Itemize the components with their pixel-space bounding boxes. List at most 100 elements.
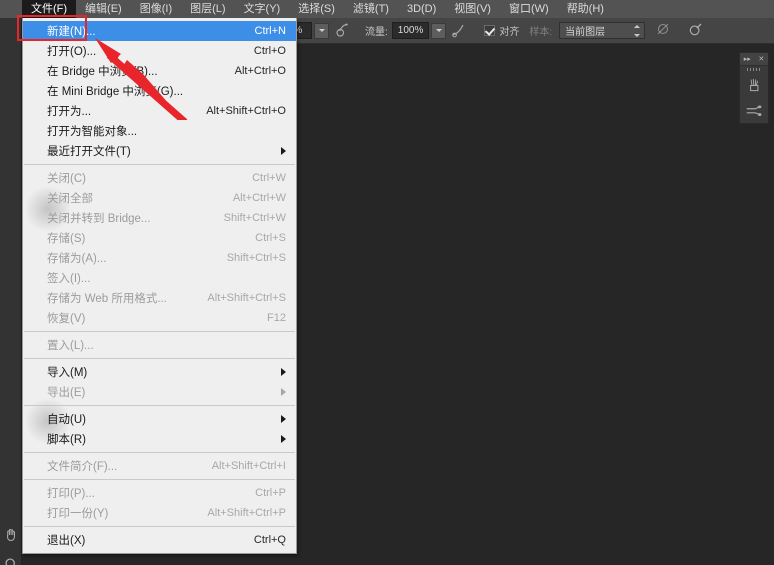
collapsed-panel-dock[interactable]: ▸▸ ✕ [739, 52, 769, 124]
menu-edit[interactable]: 编辑(E) [76, 0, 131, 18]
menu-item: 导出(E) [23, 382, 296, 402]
menu-item[interactable]: 最近打开文件(T) [23, 141, 296, 161]
menu-item-shortcut: Shift+Ctrl+S [207, 252, 286, 264]
menu-item: 关闭全部Alt+Ctrl+W [23, 188, 296, 208]
menu-item: 存储为(A)... Shift+Ctrl+S [23, 248, 296, 268]
menu-item: 文件简介(F)...Alt+Shift+Ctrl+I [23, 456, 296, 476]
brush-panel-icon[interactable] [740, 98, 768, 123]
tools-panel[interactable] [0, 18, 22, 565]
menu-item-shortcut: Alt+Ctrl+W [213, 192, 286, 204]
menu-item-label: 在 Bridge 中浏览(B)... [47, 63, 158, 79]
sample-value: 当前图层 [565, 23, 605, 38]
menu-item-shortcut: Ctrl+Q [234, 534, 286, 546]
sample-select[interactable]: 当前图层 [559, 22, 645, 39]
menu-bar[interactable]: 文件(F) 编辑(E) 图像(I) 图层(L) 文字(Y) 选择(S) 滤镜(T… [0, 0, 774, 18]
submenu-arrow-icon [281, 147, 286, 155]
menu-item-shortcut: Alt+Shift+Ctrl+P [187, 507, 286, 519]
menu-item[interactable]: 打开(O)...Ctrl+O [23, 41, 296, 61]
menu-item-label: 存储为(A)... [47, 250, 106, 266]
file-menu-dropdown[interactable]: 新建(N)...Ctrl+N打开(O)...Ctrl+O在 Bridge 中浏览… [22, 18, 297, 554]
menu-item: 打印一份(Y) Alt+Shift+Ctrl+P [23, 503, 296, 523]
menu-item-shortcut: Ctrl+W [232, 172, 286, 184]
menu-item-shortcut: Alt+Shift+Ctrl+S [187, 292, 286, 304]
menu-item-label: 自动(U) [47, 411, 86, 427]
opacity-dropdown-caret[interactable] [314, 23, 329, 39]
menu-item-shortcut: Alt+Shift+Ctrl+I [192, 460, 286, 472]
menu-item: 打印(P)...Ctrl+P [23, 483, 296, 503]
submenu-arrow-icon [281, 435, 286, 443]
menu-item-label: 打印一份(Y) [47, 505, 108, 521]
expand-panels-icon[interactable]: ▸▸ [744, 53, 751, 66]
align-checkbox[interactable] [484, 25, 495, 36]
menu-item-shortcut: Ctrl+N [235, 25, 286, 37]
menu-item-label: 关闭并转到 Bridge... [47, 210, 151, 226]
menu-item-label: 打开为... [47, 103, 91, 119]
menu-item-label: 新建(N)... [47, 23, 96, 39]
menu-item-label: 脚本(R) [47, 431, 86, 447]
airbrush-icon[interactable] [333, 20, 355, 42]
menu-item[interactable]: 打开为智能对象... [23, 121, 296, 141]
flow-label: 流量: [365, 23, 388, 38]
menu-separator [24, 164, 295, 165]
flow-field[interactable]: 100% [392, 18, 447, 44]
menu-item-label: 退出(X) [47, 532, 85, 548]
menu-image[interactable]: 图像(I) [131, 0, 181, 18]
menu-item[interactable]: 打开为... Alt+Shift+Ctrl+O [23, 101, 296, 121]
menu-separator [24, 526, 295, 527]
menu-layer[interactable]: 图层(L) [181, 0, 234, 18]
hand-tool[interactable] [0, 523, 22, 545]
menu-item: 存储为 Web 所用格式... Alt+Shift+Ctrl+S [23, 288, 296, 308]
flow-value[interactable]: 100% [392, 22, 430, 39]
menu-filter[interactable]: 滤镜(T) [344, 0, 398, 18]
menu-item-shortcut: F12 [247, 312, 286, 324]
menu-file[interactable]: 文件(F) [22, 0, 76, 18]
dock-grip[interactable] [740, 66, 768, 73]
ignore-adjustment-layers-icon[interactable] [654, 20, 676, 42]
flow-dropdown-caret[interactable] [431, 23, 446, 39]
menu-item-label: 恢复(V) [47, 310, 85, 326]
menu-item[interactable]: 新建(N)... Ctrl+N [23, 21, 296, 41]
menu-separator [24, 331, 295, 332]
menu-help[interactable]: 帮助(H) [558, 0, 613, 18]
menu-item: 关闭并转到 Bridge... Shift+Ctrl+W [23, 208, 296, 228]
brush-presets-icon[interactable] [740, 73, 768, 98]
zoom-tool[interactable] [0, 553, 22, 565]
align-label: 对齐 [499, 23, 519, 38]
menu-item-label: 关闭(C) [47, 170, 86, 186]
menu-item-shortcut: Ctrl+O [234, 45, 286, 57]
menu-select[interactable]: 选择(S) [289, 0, 344, 18]
menu-item[interactable]: 在 Bridge 中浏览(B)... Alt+Ctrl+O [23, 61, 296, 81]
close-icon[interactable]: ✕ [758, 53, 764, 66]
menu-separator [24, 479, 295, 480]
menu-item-shortcut: Alt+Ctrl+O [215, 65, 286, 77]
sample-spinner-icon[interactable] [634, 25, 641, 37]
menu-item[interactable]: 退出(X) Ctrl+Q [23, 530, 296, 550]
menu-item-shortcut: Alt+Shift+Ctrl+O [186, 105, 286, 117]
tablet-pressure-icon[interactable] [686, 20, 708, 42]
menu-item-label: 在 Mini Bridge 中浏览(G)... [47, 83, 183, 99]
pressure-size-icon[interactable] [450, 20, 472, 42]
menu-item-label: 导入(M) [47, 364, 87, 380]
menu-item-label: 打开为智能对象... [47, 123, 137, 139]
dock-header: ▸▸ ✕ [740, 53, 768, 66]
menu-item[interactable]: 脚本(R) [23, 429, 296, 449]
menu-separator [24, 452, 295, 453]
menu-item-label: 置入(L)... [47, 337, 94, 353]
menu-item: 存储(S) Ctrl+S [23, 228, 296, 248]
menu-separator [24, 405, 295, 406]
menu-item[interactable]: 在 Mini Bridge 中浏览(G)... [23, 81, 296, 101]
menu-item-shortcut: Ctrl+S [235, 232, 286, 244]
submenu-arrow-icon [281, 388, 286, 396]
menu-3d[interactable]: 3D(D) [398, 0, 445, 18]
menu-item-shortcut: Shift+Ctrl+W [204, 212, 286, 224]
menu-item[interactable]: 自动(U) [23, 409, 296, 429]
menu-item-label: 存储(S) [47, 230, 85, 246]
menu-window[interactable]: 窗口(W) [500, 0, 558, 18]
menu-view[interactable]: 视图(V) [445, 0, 500, 18]
menu-item-label: 签入(I)... [47, 270, 90, 286]
menu-item: 置入(L)... [23, 335, 296, 355]
menu-type[interactable]: 文字(Y) [235, 0, 290, 18]
menu-item-label: 存储为 Web 所用格式... [47, 290, 167, 306]
menu-item: 恢复(V) F12 [23, 308, 296, 328]
menu-item[interactable]: 导入(M) [23, 362, 296, 382]
